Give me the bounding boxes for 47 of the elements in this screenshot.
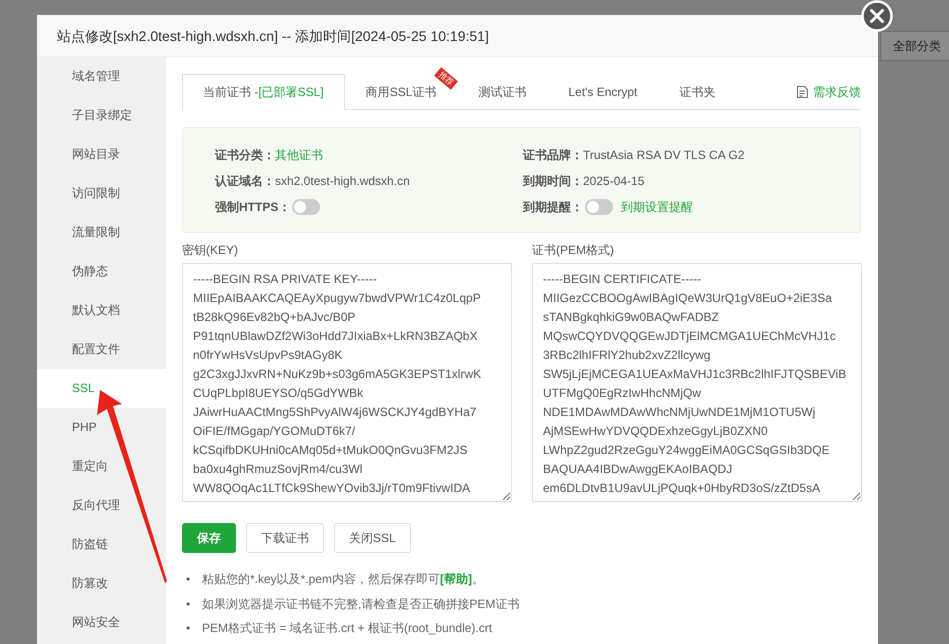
recommended-ribbon: 推荐 (434, 67, 458, 90)
info-value: 2025-04-15 (583, 173, 644, 190)
certificate-label: 证书(PEM格式) (532, 242, 615, 259)
info-label: 证书分类： (215, 147, 275, 164)
sidebar-item[interactable]: 网站目录 (37, 135, 166, 174)
info-label: 证书品牌： (523, 147, 583, 164)
sidebar-item[interactable]: 防盗链 (37, 525, 166, 564)
bullet: • (186, 620, 192, 636)
certificate-text-field[interactable]: -----BEGIN CERTIFICATE----- MIIGezCCBOOgAwIBAgIQeW3UrQ1gV8EuO+2iE3Sa sTANBgkqhkiG9w0BAQwFADBZ MQswCQYDVQQGEwJDTjElMCMGA1UEChMcVHJ1c 3RBc2lhIFRlY2hub2xvZ2llcywg SW5jLjEjMCEGA1UEAxMaVHJ1c3RBc2lhIFJTQSBEViB UTFMgQ0EgRzIwHhcNMjQw NDE1MDAwMDAwWhcNMjUwNDE1MjM1OTU5Wj AjMSEwHwYDVQQDExhzeGgyLjB0ZXN0 LWhpZ2gud2RzeGguY24wggEiMA0GCSqGSIb3DQE BAQUAA4IBDwAwggEKAoIBAQDJ em6DLDtvB1U9avULjPQuqk+0HbyRD3oS/zZtD5sA (532, 263, 862, 502)
bullet: • (186, 596, 192, 612)
sidebar-item[interactable]: 防篡改 (37, 564, 166, 603)
dialog-title: 站点修改[sxh2.0test-high.wdsxh.cn] -- 添加时间[2024-05-25 10:19:51] (37, 15, 878, 57)
toggle-switch[interactable] (585, 199, 613, 215)
tab[interactable]: Let's Encrypt (547, 74, 658, 110)
sidebar-item[interactable]: 域名管理 (37, 57, 166, 96)
sidebar-item[interactable]: 重定向 (37, 447, 166, 486)
category-button[interactable]: 全部分类 (880, 31, 949, 61)
note-text: 如果浏览器提示证书链不完整,请检查是否正确拼接PEM证书 (202, 596, 520, 612)
info-value: TrustAsia RSA DV TLS CA G2 (583, 147, 744, 164)
tab[interactable]: 测试证书 (457, 74, 548, 110)
close-icon[interactable] (861, 0, 893, 32)
document-edit-icon (796, 85, 809, 99)
action-button[interactable]: 关闭SSL (334, 523, 411, 553)
info-label: 认证域名： (215, 173, 275, 190)
sidebar-item[interactable]: 伪静态 (37, 252, 166, 291)
tab[interactable]: 证书夹 (658, 74, 736, 110)
action-button[interactable]: 下载证书 (246, 523, 324, 553)
key-text-field[interactable]: -----BEGIN RSA PRIVATE KEY----- MIIEpAIBAAKCAQEAyXpugyw7bwdVPWr1C4z0LqpP tB28kQ96Ev82bQ+bAJvc/B0P P91tqnUBlawDZf2Wi3oHdd7JIxiaBx+LkRN3BZAQbX n0frYwHsVsUpvPs9tAGy8K g2C3xgJJxvRN+NuKz9b+s03g6mA5GK3EPST1xlrwK CUqPLbpI8UEYSO/q5GdYWBk JAiwrHuAACtMng5ShPvyAlW4j6WSCKJY4gdBYHa7 OiFIE/fMGgap/YGOMuDT6k7/ kCSqifbDKUHni0cAMq05d+tMukO0QnGvu3FM2JS ba0xu4ghRmuzSovjRm4/cu3Wl WW8QOqAc1LTfCk9ShewYOvib3Jj/rT0m9FtivwIDA (182, 263, 512, 502)
tab[interactable]: 当前证书 -[已部署SSL] (182, 74, 345, 110)
toggle-switch[interactable] (292, 199, 320, 215)
bullet: • (186, 571, 192, 588)
sidebar-item[interactable]: 配置文件 (37, 330, 166, 369)
sidebar-item[interactable]: 子目录绑定 (37, 96, 166, 135)
info-value: 其他证书 (275, 147, 323, 164)
sidebar-item[interactable]: 访问限制 (37, 174, 166, 213)
note-text: PEM格式证书 = 域名证书.crt + 根证书(root_bundle).crt (202, 620, 492, 636)
sidebar-item[interactable]: 反向代理 (37, 486, 166, 525)
note-text: 粘贴您的*.key以及*.pem内容，然后保存即可[帮助]。 (202, 571, 484, 588)
info-label: 到期时间： (523, 173, 583, 190)
info-value: sxh2.0test-high.wdsxh.cn (275, 173, 410, 190)
sidebar-item[interactable]: 网站安全 (37, 603, 166, 642)
sidebar-item[interactable]: PHP (37, 408, 166, 447)
info-label: 强制HTTPS： (215, 199, 290, 216)
sidebar-item[interactable]: 流量限制 (37, 213, 166, 252)
key-label: 密钥(KEY) (182, 242, 240, 259)
sidebar-item[interactable]: 默认文档 (37, 291, 166, 330)
info-label: 到期提醒： (523, 199, 583, 216)
